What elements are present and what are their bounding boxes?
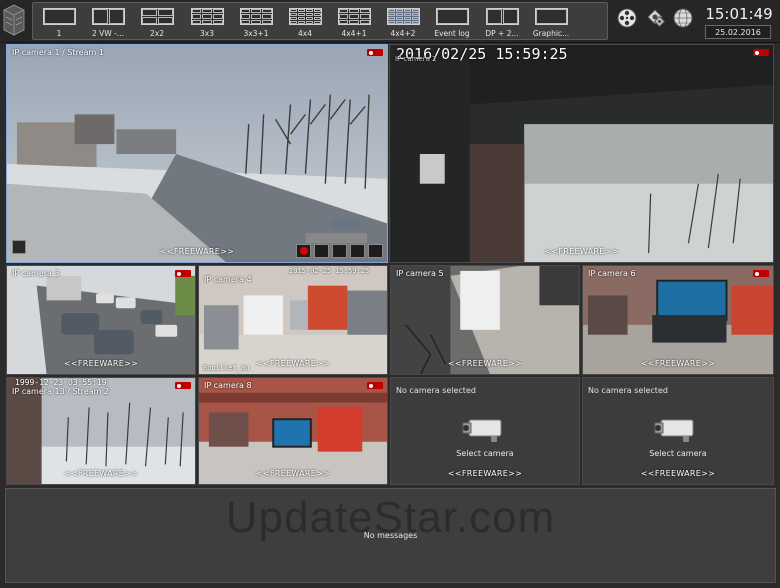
camera-5-feed [391, 266, 579, 374]
settings-gears-icon[interactable] [645, 7, 667, 29]
freeware-label: <<FREEWARE>> [255, 359, 331, 368]
layout-grid-icon [140, 8, 174, 25]
recording-indicator-icon [175, 382, 191, 389]
freeware-label: <<FREEWARE>> [63, 469, 139, 478]
layout-button-2[interactable]: 2x2 [134, 4, 180, 39]
layout-label: Event log [434, 29, 470, 38]
camera-4-name: IP camera 4 [204, 275, 252, 284]
camera-1-name: IP camera 1 / Stream 1 [12, 48, 104, 57]
clock-time: 15:01:49 [705, 5, 773, 23]
empty-slot-1[interactable]: No camera selected Select camera <<FREEW… [390, 377, 580, 485]
app-logo-icon [3, 4, 25, 36]
layout-button-7[interactable]: 4x4+2 [380, 4, 426, 39]
select-camera-link[interactable]: Select camera [391, 449, 579, 458]
camera-7-name: IP camera 13 / Stream 2 [12, 387, 110, 396]
fullscreen-button[interactable] [368, 244, 383, 258]
layout-button-5[interactable]: 4x4 [282, 4, 328, 39]
freeware-label: <<FREEWARE>> [255, 469, 331, 478]
layout-button-6[interactable]: 4x4+1 [331, 4, 377, 39]
messages-status: No messages [363, 531, 418, 540]
recording-indicator-icon [753, 49, 769, 56]
layout-grid-icon [485, 8, 519, 25]
empty-slot-title: No camera selected [588, 386, 668, 395]
layout-grid-icon [42, 8, 76, 25]
layout-selector-bar: 1 2 VW -... 2x2 3x3 3x3+1 4x4 4x4+1 4x4+2 Event … [32, 2, 608, 40]
layout-label: 4x4+2 [390, 29, 416, 38]
freeware-label: <<FREEWARE>> [63, 359, 139, 368]
layout-label: 3x3+1 [243, 29, 269, 38]
camera-tile-8[interactable]: IP camera 8 <<FREEWARE>> [198, 377, 388, 485]
camera-1-controls [296, 244, 383, 258]
layout-label: 1 [56, 29, 62, 38]
layout-grid-icon [288, 8, 322, 25]
camera-7-timestamp: 1999-12-23 03:55:19 [15, 378, 107, 387]
recording-indicator-icon [753, 270, 769, 277]
camera-1-feed [7, 45, 387, 262]
clock-date: 25.02.2016 [705, 25, 771, 39]
freeware-label: <<FREEWARE>> [544, 247, 619, 256]
layout-label: 4x4+1 [341, 29, 367, 38]
camera-tile-1[interactable]: IP camera 1 / Stream 1 <<FREEWARE>> [6, 44, 388, 263]
security-camera-icon [654, 419, 694, 442]
empty-slot-2[interactable]: No camera selected Select camera <<FREEW… [582, 377, 774, 485]
freeware-label: <<FREEWARE>> [640, 359, 716, 368]
layout-grid-icon [239, 8, 273, 25]
record-button[interactable] [296, 244, 311, 258]
layout-grid-icon [190, 8, 224, 25]
layout-grid-icon [337, 8, 371, 25]
layout-label: 4x4 [298, 29, 312, 38]
camera-tile-7[interactable]: 1999-12-23 03:55:19 IP camera 13 / Strea… [6, 377, 196, 485]
recording-indicator-icon [367, 49, 383, 56]
freeware-label: <<FREEWARE>> [640, 469, 716, 478]
camera-5-name: IP camera 5 [396, 269, 444, 278]
camera-2-feed [390, 45, 773, 262]
layout-label: 3x3 [200, 29, 214, 38]
message-panel: UpdateStar.com No messages [5, 488, 776, 583]
freeware-label: <<FREEWARE>> [447, 469, 523, 478]
layout-label: DP + 2... [485, 29, 519, 38]
camera-6-feed [583, 266, 773, 374]
layout-button-4[interactable]: 3x3+1 [233, 4, 279, 39]
top-toolbar: 1 2 VW -... 2x2 3x3 3x3+1 4x4 4x4+1 4x4+2 Event … [0, 0, 780, 43]
camera-tile-6[interactable]: IP camera 6 <<FREEWARE>> [582, 265, 774, 375]
layout-button-0[interactable]: 1 [36, 4, 82, 39]
recording-indicator-icon [367, 382, 383, 389]
layout-button-8[interactable]: Event log [429, 4, 475, 39]
camera-6-name: IP camera 6 [588, 269, 636, 278]
layout-button-3[interactable]: 3x3 [184, 4, 230, 39]
layout-label: 2 VW -... [92, 29, 124, 38]
camera-3-name: IP camera 3 [12, 269, 60, 278]
layout-grid-icon [534, 8, 568, 25]
layout-grid-icon [91, 8, 125, 25]
empty-slot-title: No camera selected [396, 386, 476, 395]
snapshot-button[interactable] [314, 244, 329, 258]
camera-2-name: IP camera 2 [395, 55, 437, 63]
layout-label: Graphic... [532, 29, 570, 38]
security-camera-icon [462, 419, 502, 442]
freeware-label: <<FREEWARE>> [447, 359, 523, 368]
camera-tile-5[interactable]: IP camera 5 <<FREEWARE>> [390, 265, 580, 375]
layout-button-1[interactable]: 2 VW -... [85, 4, 131, 39]
camera-tile-2[interactable]: 2016/02/25 15:59:25 IP camera 2 <<FREEWA… [389, 44, 774, 263]
camera-4-timestamp: 2015-02-25 15:59:25 [289, 267, 370, 275]
playback-button[interactable] [332, 244, 347, 258]
camera-tile-3[interactable]: IP camera 3 <<FREEWARE>> [6, 265, 196, 375]
camera-3-feed [7, 266, 195, 374]
layout-button-10[interactable]: Graphic... [528, 4, 574, 39]
settings-button[interactable] [350, 244, 365, 258]
select-camera-link[interactable]: Select camera [583, 449, 773, 458]
layout-button-9[interactable]: DP + 2... [479, 4, 525, 39]
camera-tile-4[interactable]: 2015-02-25 15:59:25 IP camera 4 Bouillet… [198, 265, 388, 375]
film-reel-icon[interactable] [616, 7, 638, 29]
globe-icon[interactable] [672, 7, 694, 29]
recording-indicator-icon [175, 270, 191, 277]
layout-grid-icon [435, 8, 469, 25]
layout-grid-icon [386, 8, 420, 25]
camera-8-name: IP camera 8 [204, 381, 252, 390]
layout-label: 2x2 [150, 29, 164, 38]
